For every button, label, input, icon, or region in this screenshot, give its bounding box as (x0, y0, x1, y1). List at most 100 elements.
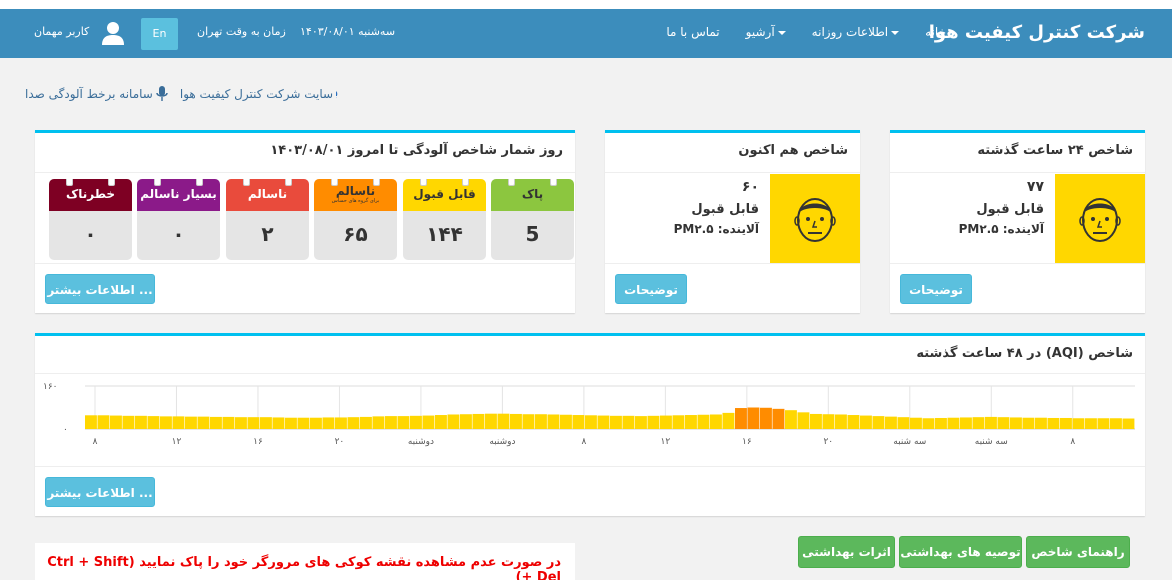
chart-bar[interactable] (297, 417, 310, 429)
chart-bar[interactable] (697, 414, 710, 429)
language-button[interactable]: En (141, 18, 178, 50)
chart-bar[interactable] (922, 418, 935, 429)
chart-bar[interactable] (747, 407, 760, 430)
chart-bar[interactable] (447, 414, 460, 429)
chart-bar[interactable] (585, 415, 597, 429)
chart-bar[interactable] (985, 416, 997, 429)
chart-bar[interactable] (685, 415, 697, 429)
chart-bar[interactable] (1097, 418, 1110, 429)
chart-bar[interactable] (635, 416, 647, 429)
chart-bar[interactable] (572, 415, 585, 429)
index-guide-button[interactable]: راهنمای شاخص (1026, 536, 1130, 568)
user-icon[interactable] (100, 20, 126, 46)
chart-bar[interactable] (835, 414, 847, 429)
chart-bar[interactable] (1110, 418, 1122, 429)
chart-bar[interactable] (397, 416, 410, 429)
chart-bar[interactable] (1072, 418, 1085, 429)
chart-bar[interactable] (272, 417, 285, 429)
chart-bar[interactable] (910, 417, 922, 429)
chart-bar[interactable] (797, 412, 810, 429)
chart-bar[interactable] (310, 417, 322, 429)
chart-bar[interactable] (85, 415, 97, 429)
chart-bar[interactable] (1010, 417, 1022, 429)
chart-bar[interactable] (110, 415, 122, 429)
chart-bar[interactable] (860, 415, 872, 429)
chart-bar[interactable] (147, 416, 160, 429)
chart-bar[interactable] (247, 417, 260, 429)
chart-bar[interactable] (1022, 417, 1035, 429)
chart-bar[interactable] (810, 413, 822, 429)
chart-bar[interactable] (197, 416, 210, 429)
voice-system-link[interactable]: سامانه برخط آلودگی صدا (25, 85, 168, 103)
company-site-link[interactable]: e سایت شرکت کنترل کیفیت هوا (180, 85, 354, 103)
user-label[interactable]: کاربر مهمان (34, 25, 89, 38)
chart-bar[interactable] (785, 410, 797, 429)
chart-bar[interactable] (335, 417, 347, 429)
nav-item-archive[interactable]: آرشیو (746, 25, 786, 39)
aqi-48h-chart[interactable]: ۸ ۱۲ ۱۶ ۲۰ دوشنبه دوشنبه ۸ ۱۲ ۱۶ ۲۰ سه شنبه سه شنبه… (35, 374, 1145, 464)
chart-bar[interactable] (235, 417, 247, 429)
health-effects-button[interactable]: اثرات بهداشتی (798, 536, 895, 568)
chart-bar[interactable] (1060, 417, 1072, 429)
chart-bar[interactable] (547, 414, 560, 429)
chart-bar[interactable] (897, 417, 910, 429)
chart-bar[interactable] (522, 414, 535, 429)
chart-bar[interactable] (660, 415, 672, 429)
chart-bar[interactable] (972, 417, 985, 429)
chart-bar[interactable] (210, 416, 222, 429)
chart-bar[interactable] (997, 417, 1010, 429)
chart-bar[interactable] (372, 416, 385, 429)
chart-bar[interactable] (535, 414, 547, 429)
chart-bar[interactable] (560, 414, 572, 429)
chart-bar[interactable] (735, 408, 747, 429)
chart-bar[interactable] (385, 416, 397, 429)
chart-bar[interactable] (710, 414, 722, 429)
chart-bar[interactable] (460, 414, 472, 429)
chart-bar[interactable] (760, 407, 772, 429)
chart-bar[interactable] (872, 416, 885, 429)
counter-more-info-button[interactable]: اطلاعات بیشتر ... (45, 274, 155, 304)
chart-bar[interactable] (422, 415, 435, 429)
chart-bar[interactable] (347, 417, 360, 429)
chart-bar[interactable] (672, 415, 685, 429)
chart-bar[interactable] (185, 416, 197, 429)
chart-bar[interactable] (597, 415, 610, 429)
chart-bar[interactable] (847, 415, 860, 429)
chart-bar[interactable] (135, 415, 147, 429)
chart-bar[interactable] (485, 413, 497, 429)
chart-bar[interactable] (622, 415, 635, 429)
chart-bar[interactable] (1085, 418, 1097, 429)
chart-bar[interactable] (885, 416, 897, 429)
chart-bar[interactable] (122, 415, 135, 429)
health-recommendations-button[interactable]: توصیه های بهداشتی (899, 536, 1022, 568)
chart-bar[interactable] (322, 417, 335, 429)
chart-bar[interactable] (222, 416, 235, 429)
chart-bar[interactable] (97, 415, 110, 429)
chart-bar[interactable] (935, 417, 947, 429)
index-24h-details-button[interactable]: توضیحات (900, 274, 972, 304)
chart-bar[interactable] (960, 417, 972, 429)
chart-bar[interactable] (410, 415, 422, 429)
chart-bar[interactable] (610, 415, 622, 429)
chart-bar[interactable] (1047, 417, 1060, 429)
chart-bar[interactable] (822, 414, 835, 429)
chart-bar[interactable] (285, 417, 297, 429)
nav-item-home[interactable]: خانه (925, 25, 946, 39)
chart-bar[interactable] (172, 416, 185, 429)
chart-bar[interactable] (160, 416, 172, 429)
chart-bar[interactable] (260, 417, 272, 429)
chart-more-info-button[interactable]: اطلاعات بیشتر ... (45, 477, 155, 507)
chart-bar[interactable] (772, 408, 785, 429)
chart-bar[interactable] (647, 415, 660, 429)
nav-item-daily-info[interactable]: اطلاعات روزانه (812, 25, 900, 39)
chart-bar[interactable] (722, 412, 735, 429)
chart-bar[interactable] (497, 413, 510, 429)
chart-bar[interactable] (435, 415, 447, 429)
nav-item-contact[interactable]: تماس با ما (666, 25, 719, 39)
chart-bar[interactable] (1122, 418, 1135, 429)
chart-bar[interactable] (472, 413, 485, 429)
chart-bar[interactable] (360, 416, 372, 429)
brand-title[interactable]: شرکت کنترل کیفیت هوا (929, 22, 1145, 43)
chart-bar[interactable] (510, 413, 522, 429)
chart-bar[interactable] (947, 417, 960, 429)
